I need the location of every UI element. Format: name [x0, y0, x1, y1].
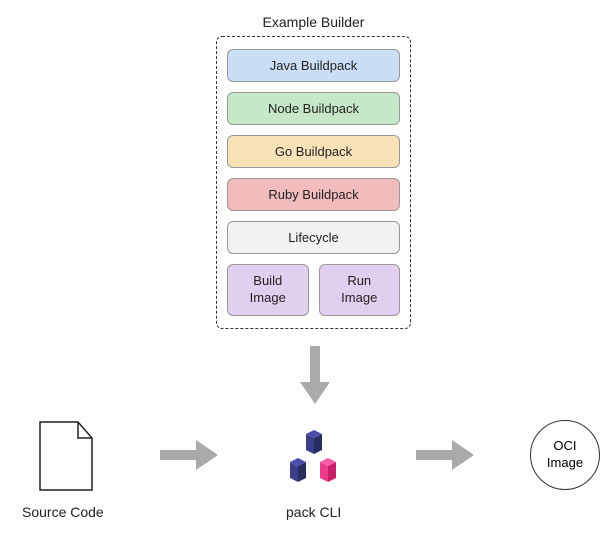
lifecycle-box: Lifecycle — [227, 221, 400, 254]
arrow-right-1-icon — [160, 440, 220, 475]
source-code-label: Source Code — [22, 504, 104, 520]
arrow-down-icon — [300, 346, 330, 411]
buildpack-go: Go Buildpack — [227, 135, 400, 168]
file-icon — [38, 420, 94, 497]
run-image-box: Run Image — [319, 264, 401, 316]
buildpack-node: Node Buildpack — [227, 92, 400, 125]
builder-title: Example Builder — [216, 14, 411, 30]
run-image-line1: Run — [347, 273, 371, 288]
pack-cli-label: pack CLI — [286, 504, 341, 520]
pack-cli-logo — [284, 424, 344, 487]
run-image-line2: Image — [341, 290, 377, 305]
oci-line1: OCI — [553, 438, 576, 453]
build-image-box: Build Image — [227, 264, 309, 316]
build-image-line1: Build — [253, 273, 282, 288]
buildpack-ruby: Ruby Buildpack — [227, 178, 400, 211]
builder-container: Java Buildpack Node Buildpack Go Buildpa… — [216, 36, 411, 329]
arrow-right-2-icon — [416, 440, 476, 475]
build-image-line2: Image — [250, 290, 286, 305]
oci-line2: Image — [547, 455, 583, 470]
oci-image-circle: OCI Image — [530, 420, 600, 490]
buildpack-java: Java Buildpack — [227, 49, 400, 82]
